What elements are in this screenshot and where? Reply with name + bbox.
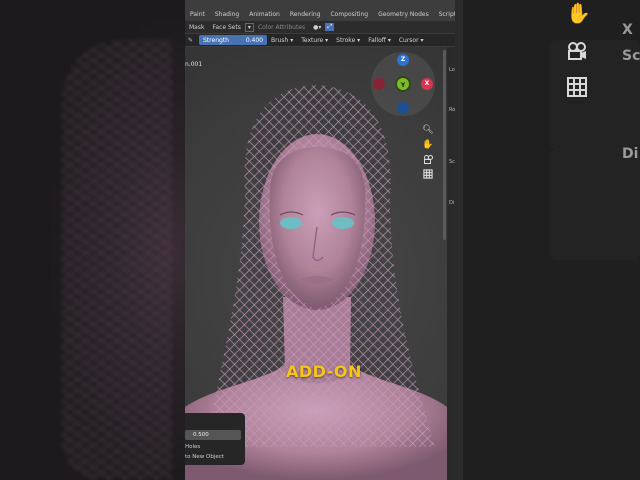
axis-neg-x[interactable] — [373, 78, 385, 90]
blurred-panel-strip — [455, 0, 463, 480]
blurred-label: Di — [622, 146, 639, 162]
last-operator-panel: 0.500 Holes to New Object — [185, 413, 245, 465]
blurred-label: X — [622, 22, 633, 38]
cursor-label: Cursor — [398, 36, 419, 44]
face-sets-dropdown-icon[interactable]: ▾ — [244, 22, 254, 32]
blurred-hair-net — [62, 40, 172, 480]
camera-icon[interactable] — [422, 154, 434, 166]
axis-neg-z[interactable] — [397, 102, 409, 114]
operator-option-holes[interactable]: Holes — [185, 444, 200, 450]
zoom-icon[interactable]: 🔍︎ — [422, 124, 434, 136]
tab-animation[interactable]: Animation — [244, 8, 285, 21]
left-eye — [280, 217, 302, 229]
tab-compositing[interactable]: Compositing — [325, 8, 373, 21]
blurred-label: Sc — [622, 48, 640, 64]
tab-shading[interactable]: Shading — [210, 8, 244, 21]
sidebar-label: Ro — [449, 107, 455, 113]
brush-dropdown[interactable]: Brush ▾ — [267, 37, 297, 44]
hand-pan-icon[interactable]: ✋ — [422, 139, 434, 151]
object-name-label: n.001 — [185, 61, 203, 68]
blurred-backdrop-right — [455, 0, 640, 480]
cursor-dropdown[interactable]: Cursor ▾ — [395, 37, 428, 44]
viewport-shading-icon[interactable]: ●▾ — [309, 24, 325, 31]
sidebar-label: Sc — [449, 159, 455, 165]
screen: ✋ X Sc Di Paint Shading Animation Render… — [0, 0, 640, 480]
sidebar-scrollbar[interactable] — [443, 50, 446, 240]
sidebar-panel: Lo Ro Sc Di — [447, 47, 455, 480]
blurred-card — [550, 150, 640, 260]
tool-settings-bar: ✎ Strength 0.400 Brush ▾ Texture ▾ Strok… — [185, 34, 455, 46]
camera-icon — [566, 40, 588, 62]
hand-pan-icon: ✋ — [566, 1, 591, 25]
texture-dropdown[interactable]: Texture ▾ — [297, 37, 332, 44]
strength-value: 0.400 — [245, 36, 263, 44]
axis-z[interactable]: Z — [397, 54, 409, 66]
color-attributes-menu[interactable]: Color Attributes — [254, 24, 309, 31]
workspace-tabs: Paint Shading Animation Rendering Compos… — [185, 8, 455, 21]
grid-view-icon[interactable] — [422, 169, 434, 181]
operator-value-field[interactable]: 0.500 — [185, 430, 241, 440]
operator-option-new-object[interactable]: to New Object — [185, 454, 224, 460]
mask-menu[interactable]: Mask — [185, 24, 208, 31]
navigation-gizmo[interactable]: Z X Y — [371, 52, 435, 116]
sidebar-label: Lo — [449, 67, 455, 73]
brush-label: Brush — [271, 36, 289, 44]
strength-label: Strength — [203, 36, 229, 44]
stroke-label: Stroke — [336, 36, 356, 44]
axis-y[interactable]: Y — [395, 76, 411, 92]
blurred-backdrop-left — [0, 0, 185, 480]
right-eye — [332, 217, 354, 229]
falloff-label: Falloff — [368, 36, 386, 44]
grid-view-icon — [566, 76, 588, 98]
sidebar-label: Di — [449, 200, 455, 206]
tab-paint[interactable]: Paint — [185, 8, 210, 21]
stroke-dropdown[interactable]: Stroke ▾ — [332, 37, 364, 44]
tab-rendering[interactable]: Rendering — [285, 8, 326, 21]
tab-scripting[interactable]: Scripting — [434, 8, 455, 21]
tool-icon: ✎ — [188, 36, 194, 44]
strength-slider[interactable]: Strength 0.400 — [199, 35, 267, 45]
video-caption: ADD-ON — [286, 362, 362, 381]
falloff-dropdown[interactable]: Falloff ▾ — [364, 37, 395, 44]
texture-label: Texture — [301, 36, 324, 44]
face-sets-menu[interactable]: Face Sets — [208, 24, 244, 31]
axis-x[interactable]: X — [421, 78, 433, 90]
mirror-toggle-icon[interactable]: ⤢ — [325, 23, 335, 31]
sculpt-header: Mask Face Sets ▾ Color Attributes ●▾ ⤢ — [185, 21, 455, 33]
tab-geometry-nodes[interactable]: Geometry Nodes — [373, 8, 434, 21]
